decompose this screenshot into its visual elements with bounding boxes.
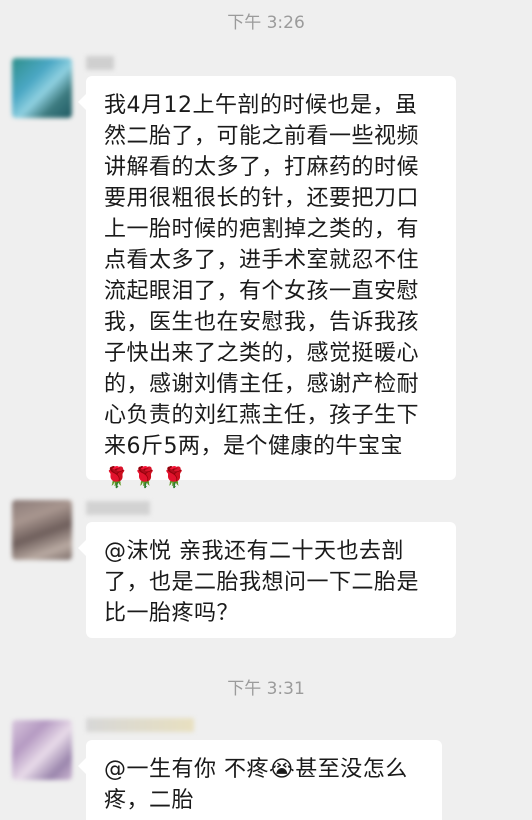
message-text: 我4月12上午剖的时候也是，虽 然二胎了，可能之前看一些视频 讲解看的太多了，打… [104,93,420,459]
message-bubble[interactable]: 我4月12上午剖的时候也是，虽 然二胎了，可能之前看一些视频 讲解看的太多了，打… [78,76,456,489]
crying-emoji: 😭 [269,757,296,782]
sender-name [86,501,150,515]
message-bubble[interactable]: @一生有你 不疼😭甚至没怎么 疼，二胎 [78,740,442,820]
message-text: @沫悦 亲我还有二十天也去剖 了，也是二胎我想问一下二胎是 比一胎疼吗？ [104,539,420,626]
sender-name [86,718,194,732]
timestamp: 下午 3:31 [227,679,305,699]
timestamp: 下午 3:26 [227,13,305,33]
chat-view: 下午 3:26 我4月12上午剖的时候也是，虽 然二胎了，可能之前看一些视频 讲… [0,0,532,820]
avatar[interactable] [12,500,72,560]
message-text: @一生有你 不疼 [104,757,269,782]
sender-name [86,56,114,70]
avatar[interactable] [12,720,72,780]
rose-emoji: 🌹🌹🌹 [104,465,191,489]
avatar[interactable] [12,58,72,118]
message-bubble[interactable]: @沫悦 亲我还有二十天也去剖 了，也是二胎我想问一下二胎是 比一胎疼吗？ [78,522,456,638]
